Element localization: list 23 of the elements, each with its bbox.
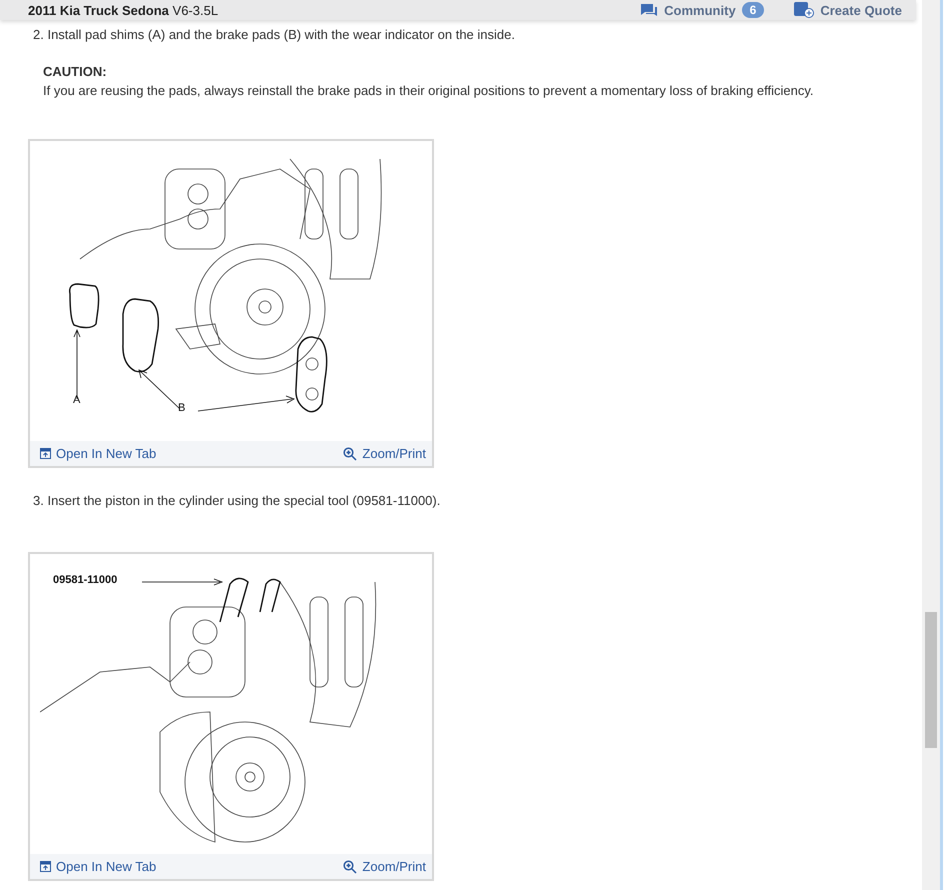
scrollbar[interactable] (922, 0, 940, 890)
callout-label: A (73, 394, 80, 406)
count-badge: 6 (742, 2, 764, 18)
callout-label: 09581-11000 (53, 574, 118, 586)
community-link[interactable]: Community 6 (640, 2, 764, 18)
vehicle-title: 2011 Kia Truck Sedona V6-3.5L (28, 2, 218, 18)
new-tab-icon (40, 448, 51, 459)
caution-title: CAUTION: (43, 64, 108, 79)
quote-icon (794, 2, 814, 18)
callout-label: B (178, 402, 186, 414)
step-text: 3. Insert the piston in the cylinder using the special tool (09581-11000). (33, 492, 442, 510)
open-in-new-tab-link[interactable]: Open In New Tab (40, 446, 156, 461)
zoom-print-link[interactable]: Zoom/Print (343, 446, 426, 461)
zoom-icon (343, 860, 358, 874)
create-quote-link[interactable]: Create Quote (794, 2, 902, 18)
step-text: 2. Install pad shims (A) and the brake pads (B) with the wear indicator on the inside. (33, 26, 516, 44)
scrollbar-thumb[interactable] (925, 612, 937, 748)
open-in-new-tab-link[interactable]: Open In New Tab (40, 859, 156, 874)
new-tab-icon (40, 861, 51, 872)
zoom-icon (343, 446, 358, 460)
zoom-print-link[interactable]: Zoom/Print (343, 859, 426, 874)
chat-icon (640, 3, 658, 17)
caution-text: If you are reusing the pads, always reinstall the brake pads in their original positions to prevent a momentary loss of braking efficiency. (43, 83, 815, 99)
